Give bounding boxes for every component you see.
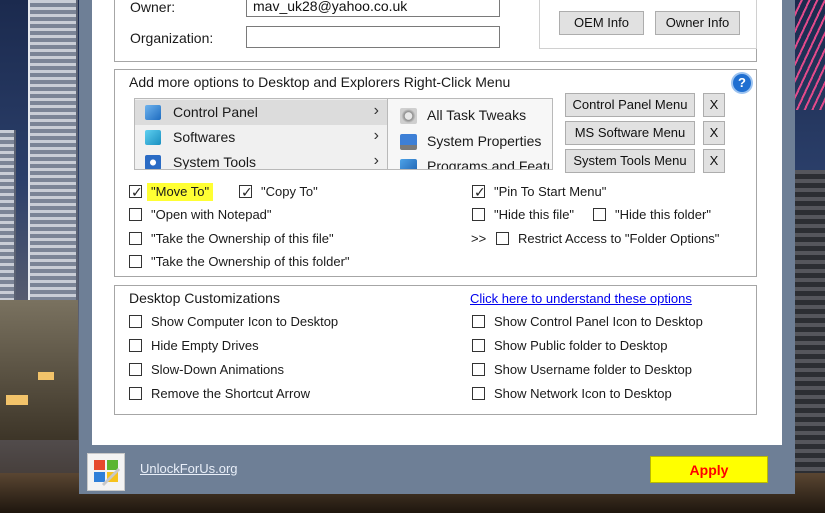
checkbox-box (472, 339, 485, 352)
programs-icon (400, 159, 417, 169)
remove-control-panel-menu-button[interactable]: X (703, 93, 725, 117)
checkbox-label: "Hide this file" (494, 207, 575, 222)
wallpaper-firework (793, 0, 825, 110)
checkbox-label: Show Public folder to Desktop (494, 338, 668, 353)
checkbox-box (129, 363, 142, 376)
checkbox-label: "Take the Ownership of this file" (151, 231, 334, 246)
menu-group-title: Add more options to Desktop and Explorer… (129, 74, 511, 90)
checkbox-box (472, 315, 485, 328)
checkbox-box (129, 232, 142, 245)
window-client-area: Owner: Organization: OEM Info Owner Info… (92, 0, 782, 445)
right-click-menu-group: Add more options to Desktop and Explorer… (114, 69, 757, 277)
checkbox-box (129, 387, 142, 400)
checkbox-label: "Copy To" (261, 184, 318, 199)
checkbox-label: "Pin To Start Menu" (494, 184, 607, 199)
checkbox-box (472, 363, 485, 376)
submenu-item-label: Programs and Featu (427, 158, 553, 170)
checkbox-label: Remove the Shortcut Arrow (151, 386, 310, 401)
checkmark-icon: ✓ (241, 184, 253, 200)
checkbox-box (129, 339, 142, 352)
oem-box: OEM Info Owner Info (539, 0, 757, 49)
windows-logo-icon (94, 460, 120, 486)
control-panel-menu-button[interactable]: Control Panel Menu (565, 93, 695, 117)
checkbox-label: Hide Empty Drives (151, 338, 259, 353)
menu-item-system-tools[interactable]: System Tools › (135, 150, 387, 170)
organization-label: Organization: (130, 30, 214, 46)
checkbox-box (472, 387, 485, 400)
oem-info-button[interactable]: OEM Info (559, 11, 644, 35)
app-window: Owner: Organization: OEM Info Owner Info… (79, 0, 795, 494)
checkbox-label: "Take the Ownership of this folder" (151, 254, 350, 269)
remove-system-tools-menu-button[interactable]: X (703, 149, 725, 173)
checkbox-box (129, 255, 142, 268)
checkbox-label: "Hide this folder" (615, 207, 711, 222)
checkbox-label: Show Username folder to Desktop (494, 362, 692, 377)
understand-options-link[interactable]: Click here to understand these options (470, 291, 692, 306)
checkbox-box (593, 208, 606, 221)
checkbox-label: "Open with Notepad" (151, 207, 272, 222)
desktop-group-title: Desktop Customizations (129, 290, 280, 306)
checkbox-label: Show Control Panel Icon to Desktop (494, 314, 703, 329)
system-properties-icon (400, 134, 417, 150)
wallpaper-tower (28, 0, 78, 320)
checkbox-box: ✓ (239, 184, 253, 200)
menu-item-label: Control Panel (173, 104, 258, 120)
chevron-right-icon: › (373, 152, 379, 169)
restrict-prefix: >> (471, 231, 487, 246)
menu-item-label: System Tools (173, 154, 256, 170)
submenu-item-label: All Task Tweaks (427, 107, 527, 123)
checkbox-label: "Move To" (147, 183, 214, 201)
apply-button[interactable]: Apply (650, 456, 768, 483)
control-panel-icon (145, 105, 161, 120)
checkmark-icon: ✓ (131, 184, 143, 200)
chevron-right-icon: › (373, 127, 379, 144)
gears-icon (400, 108, 417, 124)
wallpaper-light (6, 395, 28, 405)
submenu-item-label: System Properties (427, 133, 542, 149)
remove-ms-software-menu-button[interactable]: X (703, 121, 725, 145)
system-tools-menu-button[interactable]: System Tools Menu (565, 149, 695, 173)
menu-item-softwares[interactable]: Softwares › (135, 125, 387, 150)
wallpaper-building (795, 170, 825, 513)
owner-field[interactable] (246, 0, 500, 17)
help-icon[interactable]: ? (733, 74, 751, 92)
checkbox-box (496, 232, 509, 245)
unlockforus-link[interactable]: UnlockForUs.org (140, 461, 238, 476)
submenu-item-all-task-tweaks[interactable]: All Task Tweaks (388, 103, 552, 128)
system-tools-icon (145, 155, 161, 169)
menu-item-label: Softwares (173, 129, 236, 145)
desktop-customizations-group: Desktop Customizations Click here to und… (114, 285, 757, 415)
organization-field[interactable] (246, 26, 500, 48)
ms-software-menu-button[interactable]: MS Software Menu (565, 121, 695, 145)
wallpaper-building (0, 300, 78, 440)
menu-item-control-panel[interactable]: Control Panel › (135, 100, 387, 125)
owner-info-button[interactable]: Owner Info (655, 11, 740, 35)
submenu-item-system-properties[interactable]: System Properties (388, 129, 552, 154)
wallpaper-light (38, 372, 54, 380)
owner-info-group: Owner: Organization: OEM Info Owner Info (114, 0, 757, 62)
checkbox-label: Show Computer Icon to Desktop (151, 314, 339, 329)
checkbox-box: ✓ (472, 184, 486, 200)
submenu-item-programs[interactable]: Programs and Featu (388, 154, 553, 170)
checkbox-box (472, 208, 485, 221)
checkbox-box (129, 208, 142, 221)
menu-category-list[interactable]: Control Panel › Softwares › System Tools… (134, 98, 388, 170)
submenu-list[interactable]: All Task Tweaks System Properties Progra… (387, 98, 553, 170)
checkbox-label: Slow-Down Animations (151, 362, 284, 377)
checkbox-label: Show Network Icon to Desktop (494, 386, 672, 401)
unlockforus-logo (87, 453, 125, 491)
checkbox-label: Restrict Access to "Folder Options" (518, 231, 720, 246)
chevron-right-icon: › (373, 102, 379, 119)
checkbox-box: ✓ (129, 184, 143, 200)
checkbox-box (129, 315, 142, 328)
softwares-icon (145, 130, 161, 145)
owner-label: Owner: (130, 0, 176, 15)
checkmark-icon: ✓ (474, 184, 486, 200)
